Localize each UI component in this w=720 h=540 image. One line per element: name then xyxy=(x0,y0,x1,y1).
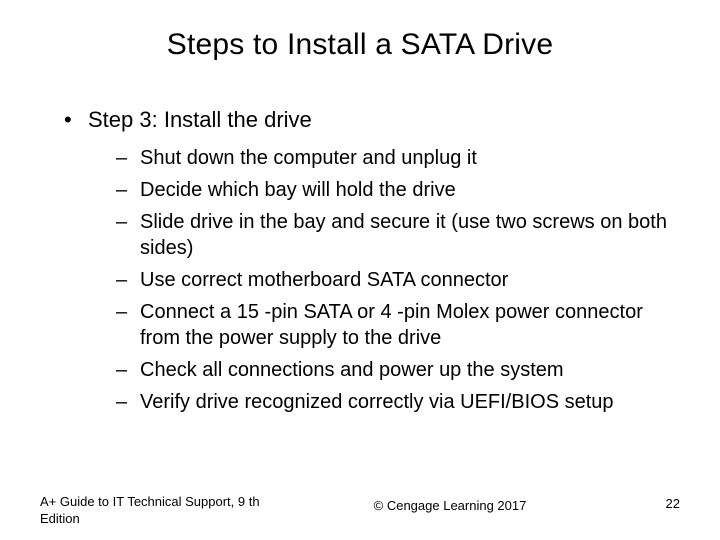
substep-item: Use correct motherboard SATA connector xyxy=(116,267,680,293)
bullet-list-level2: Shut down the computer and unplug it Dec… xyxy=(88,145,680,415)
substep-item: Verify drive recognized correctly via UE… xyxy=(116,389,680,415)
slide-footer: A+ Guide to IT Technical Support, 9 th E… xyxy=(0,494,720,528)
substep-item: Slide drive in the bay and secure it (us… xyxy=(116,209,680,261)
slide: Steps to Install a SATA Drive Step 3: In… xyxy=(0,0,720,540)
substep-item: Check all connections and power up the s… xyxy=(116,357,680,383)
slide-title: Steps to Install a SATA Drive xyxy=(40,28,680,62)
footer-page-number: 22 xyxy=(640,494,680,511)
bullet-list-level1: Step 3: Install the drive Shut down the … xyxy=(40,106,680,415)
substep-item: Decide which bay will hold the drive xyxy=(116,177,680,203)
footer-copyright: © Cengage Learning 2017 xyxy=(260,494,640,513)
step-item: Step 3: Install the drive Shut down the … xyxy=(64,106,680,415)
substep-item: Shut down the computer and unplug it xyxy=(116,145,680,171)
step-label: Step 3: Install the drive xyxy=(88,107,312,132)
substep-item: Connect a 15 -pin SATA or 4 -pin Molex p… xyxy=(116,299,680,351)
footer-book-title: A+ Guide to IT Technical Support, 9 th E… xyxy=(40,494,260,528)
